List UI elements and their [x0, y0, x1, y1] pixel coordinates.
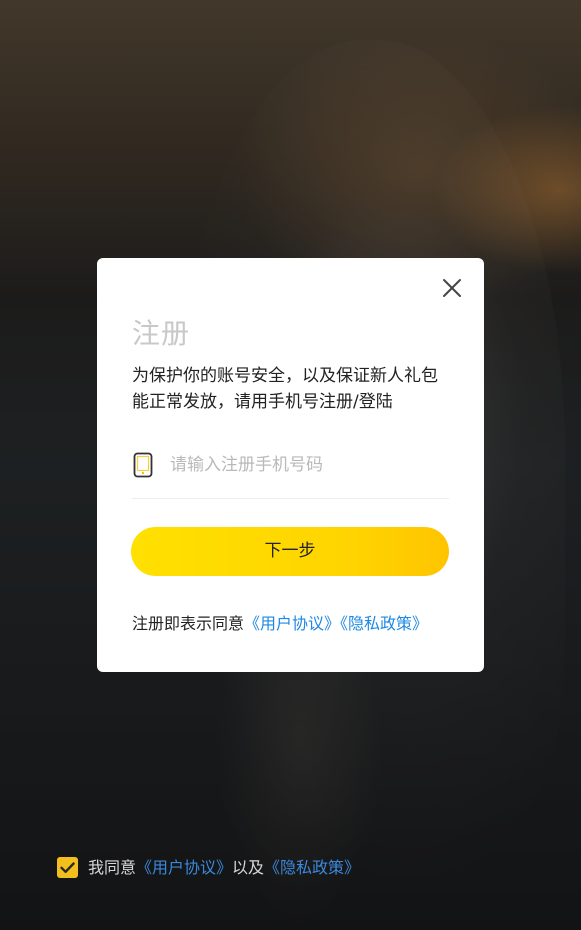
next-step-button[interactable]: 下一步	[131, 527, 449, 576]
register-dialog: 注册 为保护你的账号安全，以及保证新人礼包能正常发放，请用手机号注册/登陆 下一…	[97, 258, 484, 672]
consent-checkbox[interactable]	[57, 857, 78, 878]
bottom-user-agreement-link[interactable]: 《用户协议》	[136, 858, 232, 877]
privacy-policy-link[interactable]: 《隐私政策》	[340, 614, 428, 633]
phone-icon	[133, 452, 153, 478]
close-icon	[443, 279, 461, 297]
check-icon	[60, 862, 75, 873]
bottom-consent: 我同意《用户协议》以及《隐私政策》	[57, 856, 437, 880]
phone-input[interactable]	[170, 450, 440, 480]
close-button[interactable]	[440, 276, 464, 300]
agreement-prefix: 注册即表示同意	[132, 614, 245, 633]
consent-prefix: 我同意	[88, 858, 137, 877]
consent-connector: 以及	[232, 858, 265, 877]
agreement-text: 注册即表示同意《用户协议》《隐私政策》	[132, 610, 462, 634]
dialog-description: 为保护你的账号安全，以及保证新人礼包能正常发放，请用手机号注册/登陆	[132, 366, 438, 412]
user-agreement-link[interactable]: 《用户协议》	[244, 614, 340, 633]
phone-field	[132, 450, 449, 499]
dialog-title: 注册	[132, 317, 191, 350]
consent-text: 我同意《用户协议》以及《隐私政策》	[88, 856, 360, 880]
bottom-privacy-policy-link[interactable]: 《隐私政策》	[264, 858, 360, 877]
